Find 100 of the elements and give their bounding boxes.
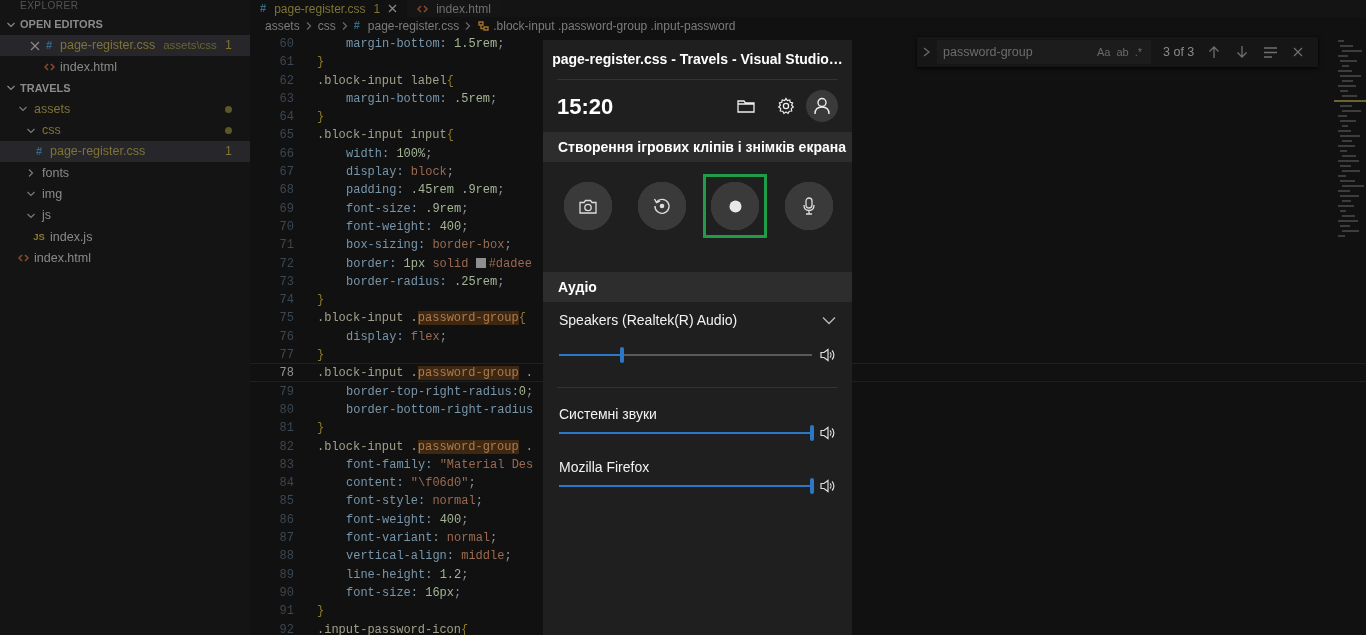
line-number: 62 xyxy=(278,72,294,88)
line-number: 83 xyxy=(278,456,294,473)
search-option-toggle[interactable]: ab xyxy=(1113,43,1132,61)
close-icon[interactable] xyxy=(30,40,40,51)
folder-item[interactable]: img xyxy=(0,183,250,206)
slider-thumb[interactable] xyxy=(620,347,625,363)
problem-count: 1 xyxy=(225,143,232,161)
file-item[interactable]: JS index.js xyxy=(0,226,250,248)
code-line: } xyxy=(317,603,325,619)
code-line: font-size: 16px; xyxy=(346,584,462,601)
breadcrumb-item[interactable]: .block-input .password-group .input-password xyxy=(493,16,736,35)
folder-name: js xyxy=(42,207,52,225)
code-line: display: block; xyxy=(346,164,455,180)
code-line: font-family: "Material Des xyxy=(346,456,534,473)
folder-icon xyxy=(737,99,755,113)
settings-icon xyxy=(777,97,795,115)
code-brackets-icon xyxy=(17,254,29,263)
code-line: .input-password-icon{ xyxy=(317,621,469,635)
speaker-icon[interactable] xyxy=(820,479,836,493)
arrow-down-icon xyxy=(1236,45,1248,59)
js-file-icon: JS xyxy=(33,232,45,242)
line-number: 87 xyxy=(278,530,294,546)
audio-device-dropdown[interactable]: Speakers (Realtek(R) Audio) xyxy=(543,310,852,331)
folder-name: assets xyxy=(34,100,71,118)
line-number: 92 xyxy=(278,621,294,635)
app-name: Mozilla Firefox xyxy=(559,459,650,475)
file-name: index.html xyxy=(34,249,91,267)
folder-item[interactable]: js xyxy=(0,205,250,227)
arrow-up-icon xyxy=(1208,45,1220,59)
slider-thumb[interactable] xyxy=(810,425,814,441)
lines-icon xyxy=(1263,46,1277,58)
code-line: border-radius: .25rem; xyxy=(346,273,505,290)
code-line: } xyxy=(317,347,325,363)
folder-item[interactable]: css xyxy=(0,119,250,142)
line-number: 88 xyxy=(278,548,294,564)
line-number: 71 xyxy=(278,237,294,253)
open-editor-item[interactable]: index.html xyxy=(0,56,250,78)
folder-item[interactable]: assets xyxy=(0,98,250,120)
device-name: Speakers (Realtek(R) Audio) xyxy=(559,311,738,330)
code-line: box-sizing: border-box; xyxy=(346,237,512,253)
file-item[interactable]: # page-register.css 1 xyxy=(0,141,250,163)
code-line: line-height: 1.2; xyxy=(346,566,469,582)
slider-thumb[interactable] xyxy=(810,478,814,494)
breadcrumb-item[interactable]: css xyxy=(317,16,336,35)
line-number: 76 xyxy=(278,328,294,345)
line-number: 89 xyxy=(278,566,294,582)
line-number: 91 xyxy=(278,603,294,619)
code-line: font-weight: 400; xyxy=(346,218,469,235)
close-icon[interactable] xyxy=(388,4,398,13)
folder-item[interactable]: fonts xyxy=(0,162,250,184)
line-number: 78 xyxy=(278,365,294,381)
speaker-icon[interactable] xyxy=(820,348,836,362)
code-line: .block-input .password-group . xyxy=(317,365,534,381)
code-line: width: 100%; xyxy=(346,145,433,162)
microphone-icon xyxy=(802,197,815,215)
section-header[interactable]: OPEN EDITORS xyxy=(0,14,250,35)
close-icon[interactable] xyxy=(1293,47,1303,57)
code-line: } xyxy=(317,54,325,70)
line-number: 82 xyxy=(278,438,294,454)
code-line: } xyxy=(317,292,325,308)
chevron-right-icon xyxy=(26,168,36,179)
code-line: .block-input label{ xyxy=(317,72,454,88)
record-button[interactable] xyxy=(703,174,768,238)
code-line: } xyxy=(317,109,325,125)
folder-name: css xyxy=(42,122,61,140)
app-name: Системні звуки xyxy=(559,406,657,422)
section-title: Аудіо xyxy=(558,277,597,297)
profile-button[interactable] xyxy=(806,90,838,122)
code-brackets-icon xyxy=(417,4,429,13)
line-number: 81 xyxy=(278,420,294,436)
search-field[interactable]: password-group Aa ab .* xyxy=(937,40,1151,64)
file-item[interactable]: index.html xyxy=(0,247,250,269)
code-line: margin-bottom: 1.5rem; xyxy=(346,36,505,52)
problem-count: 1 xyxy=(373,0,381,18)
line-number: 70 xyxy=(278,218,294,235)
css-file-icon: # xyxy=(353,20,360,31)
search-option-toggle[interactable]: Aa xyxy=(1093,43,1114,61)
file-name: page-register.css xyxy=(60,37,156,55)
code-line: .block-input .password-group . xyxy=(317,438,534,454)
modified-dot xyxy=(225,105,232,113)
css-file-icon: # xyxy=(260,3,267,14)
search-option-toggle[interactable]: .* xyxy=(1131,43,1145,61)
code-line: } xyxy=(317,420,325,436)
code-line: .block-input input{ xyxy=(317,127,454,143)
code-line: border-top-right-radius:0; xyxy=(346,383,534,399)
line-number: 85 xyxy=(278,493,294,509)
breadcrumb-item[interactable]: page-register.css xyxy=(367,16,460,35)
breadcrumb-item[interactable]: assets xyxy=(265,16,300,35)
line-number: 64 xyxy=(278,109,294,125)
line-number: 77 xyxy=(278,347,294,363)
css-file-icon: # xyxy=(35,146,43,158)
camera-icon xyxy=(579,198,597,214)
code-line: border: 1px solid #dadee xyxy=(346,255,532,271)
speaker-icon[interactable] xyxy=(820,426,836,440)
line-number: 60 xyxy=(278,36,294,52)
code-line: font-variant: normal; xyxy=(346,530,498,546)
line-number: 75 xyxy=(278,310,294,326)
code-line: .block-input .password-group{ xyxy=(317,310,526,326)
section-header[interactable]: TRAVELS xyxy=(0,77,250,99)
open-editor-item[interactable]: # page-register.css assets\css 1 xyxy=(0,35,250,57)
